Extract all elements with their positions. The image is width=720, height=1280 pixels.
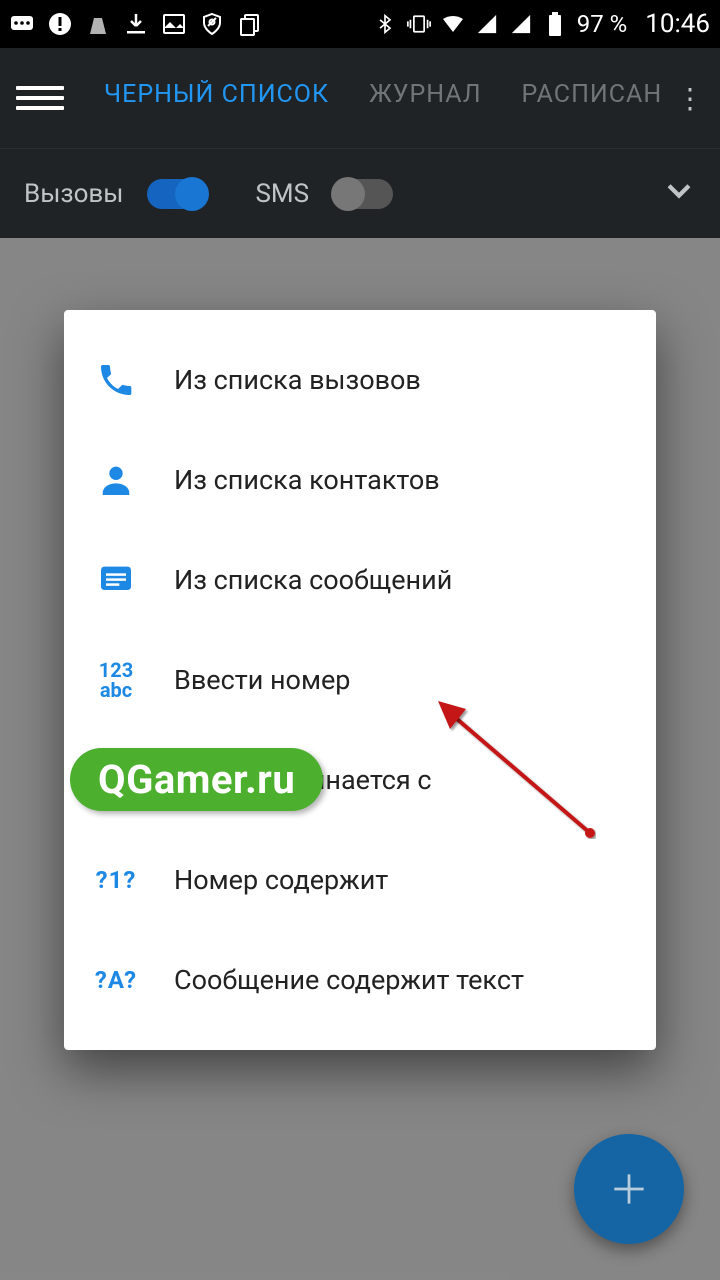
dialog-item-text-contains[interactable]: ?A? Сообщение содержит текст	[64, 930, 656, 1030]
copy-icon	[238, 12, 262, 36]
dialog-item-enter-number[interactable]: 123 abc Ввести номер	[64, 630, 656, 730]
app-bar: ЧЕРНЫЙ СПИСОК ЖУРНАЛ РАСПИСАНИЕ ⋮ Вызовы…	[0, 48, 720, 238]
battery-icon	[543, 12, 567, 36]
battery-text: 97 %	[577, 10, 628, 38]
dialog-item-label: Сообщение содержит текст	[174, 964, 524, 996]
notification-alert-icon	[48, 12, 72, 36]
tab-schedule[interactable]: РАСПИСАНИЕ	[522, 80, 664, 117]
icon-text-bot: abc	[100, 680, 132, 700]
textcontains-icon: ?A?	[92, 956, 140, 1004]
tab-label: РАСПИСАНИЕ	[522, 80, 664, 109]
vibrate-icon	[407, 12, 431, 36]
signal-2-icon	[509, 12, 533, 36]
dialog-item-label: Номер содержит	[174, 864, 388, 896]
sms-toggle[interactable]	[333, 179, 393, 209]
message-icon	[92, 556, 140, 604]
dialog-item-label: Из списка сообщений	[174, 564, 452, 596]
wifi-icon	[441, 12, 465, 36]
tab-log[interactable]: ЖУРНАЛ	[369, 80, 481, 117]
expand-button[interactable]	[662, 173, 696, 214]
dialog-item-from-calls[interactable]: Из списка вызовов	[64, 330, 656, 430]
watermark-badge: QGamer.ru	[70, 748, 323, 811]
privacy-shield-icon	[200, 12, 224, 36]
dialog-item-label: Из списка контактов	[174, 464, 440, 496]
add-fab[interactable]	[574, 1134, 684, 1244]
signal-1-icon	[475, 12, 499, 36]
overflow-button[interactable]: ⋮	[676, 82, 704, 115]
download-icon	[124, 12, 148, 36]
phone-icon	[92, 356, 140, 404]
add-source-dialog: Из списка вызовов Из списка контактов Из…	[64, 310, 656, 1050]
notification-sms-icon	[10, 12, 34, 36]
notification-app-icon	[86, 12, 110, 36]
icon-text: ?1?	[96, 868, 137, 892]
tab-bar: ЧЕРНЫЙ СПИСОК ЖУРНАЛ РАСПИСАНИЕ	[104, 80, 664, 117]
content-scrim[interactable]: Из списка вызовов Из списка контактов Из…	[0, 238, 720, 1280]
dialog-item-contains[interactable]: ?1? Номер содержит	[64, 830, 656, 930]
calls-toggle[interactable]	[147, 179, 207, 209]
dialog-item-from-contacts[interactable]: Из списка контактов	[64, 430, 656, 530]
status-bar: 97 % 10:46	[0, 0, 720, 48]
icon-text-top: 123	[99, 660, 133, 680]
icon-text: ?A?	[95, 968, 137, 992]
dialog-item-label: Ввести номер	[174, 664, 350, 696]
contains-icon: ?1?	[92, 856, 140, 904]
person-icon	[92, 456, 140, 504]
sms-label: SMS	[255, 179, 309, 209]
keypad-icon: 123 abc	[92, 656, 140, 704]
menu-button[interactable]	[16, 74, 64, 122]
clock-text: 10:46	[645, 9, 710, 39]
image-icon	[162, 12, 186, 36]
tab-label: ЖУРНАЛ	[369, 80, 481, 109]
dialog-item-label: Из списка вызовов	[174, 364, 421, 396]
dialog-item-from-messages[interactable]: Из списка сообщений	[64, 530, 656, 630]
tab-blacklist[interactable]: ЧЕРНЫЙ СПИСОК	[104, 80, 329, 117]
calls-label: Вызовы	[24, 179, 123, 209]
tab-label: ЧЕРНЫЙ СПИСОК	[104, 80, 329, 109]
filter-bar: Вызовы SMS	[0, 148, 720, 238]
bluetooth-icon	[373, 12, 397, 36]
